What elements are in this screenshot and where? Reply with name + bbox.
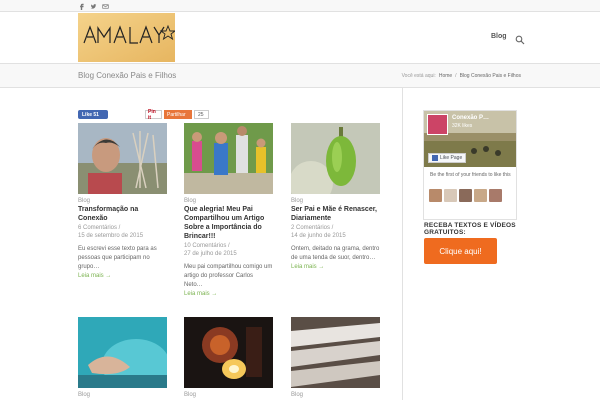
- post-excerpt: Ontem, deitado na grama, dentro de uma t…: [291, 246, 380, 261]
- breadcrumb-prefix: Você está aqui:: [401, 73, 436, 79]
- newsletter-widget-title: RECEBA TEXTOS E VÍDEOS GRATUITOS:: [424, 222, 516, 236]
- post-excerpt: Meu pai compartilhou comigo um artigo do…: [184, 264, 273, 288]
- facebook-page-widget: Conexão P… 32K likes Like Page Be the fi…: [423, 110, 517, 220]
- page-title[interactable]: Blog Conexão Pais e Filhos: [78, 71, 176, 80]
- nav-blog[interactable]: Blog: [491, 33, 507, 40]
- post-category: Blog: [291, 392, 304, 398]
- post-thumbnail[interactable]: [184, 123, 273, 194]
- post-date: 15 de setembro de 2015: [78, 233, 144, 239]
- breadcrumb: Você está aqui: Home / Blog Conexão Pais…: [402, 73, 521, 79]
- post-card: Blog: [78, 317, 167, 398]
- facebook-like-page-button[interactable]: Like Page: [428, 153, 467, 163]
- avatar[interactable]: [474, 189, 487, 202]
- post-card: Blog Que alegria! Meu Pai Compartilhou u…: [184, 123, 273, 297]
- post-comments: 2 Comentários /: [291, 225, 334, 231]
- read-more-link[interactable]: Leia mais →: [291, 264, 380, 270]
- twitter-icon[interactable]: [87, 1, 99, 11]
- avatar[interactable]: [444, 189, 457, 202]
- facebook-icon[interactable]: [75, 1, 87, 11]
- post-category: Blog: [78, 198, 91, 204]
- post-category: Blog: [291, 198, 304, 204]
- post-card: Blog Transformação na Conexão 6 Comentár…: [78, 123, 167, 279]
- facebook-icon: [432, 155, 438, 161]
- avatar[interactable]: [459, 189, 472, 202]
- read-more-link[interactable]: Leia mais →: [78, 273, 167, 279]
- post-comments: 6 Comentários /: [78, 225, 121, 231]
- post-date: 14 de junho de 2015: [291, 233, 346, 239]
- search-icon[interactable]: [515, 32, 525, 45]
- avatar[interactable]: [429, 189, 442, 202]
- facebook-friends-text: Be the first of your friends to like thi…: [430, 172, 511, 178]
- post-card: Blog: [291, 317, 380, 398]
- avatar[interactable]: [489, 189, 502, 202]
- read-more-link[interactable]: Leia mais →: [184, 291, 273, 297]
- post-comments: 10 Comentários /: [184, 243, 230, 249]
- post-title[interactable]: Transformação na Conexão: [78, 205, 167, 223]
- title-bar: Blog Conexão Pais e Filhos Você está aqu…: [0, 64, 600, 88]
- top-bar: [0, 0, 600, 12]
- breadcrumb-separator: /: [455, 73, 457, 79]
- breadcrumb-home[interactable]: Home: [439, 73, 452, 79]
- post-thumbnail[interactable]: [184, 317, 273, 388]
- site-logo[interactable]: [78, 13, 177, 62]
- post-category: Blog: [184, 198, 197, 204]
- facebook-like-button[interactable]: Like 51: [78, 110, 108, 119]
- post-thumbnail[interactable]: [291, 317, 380, 388]
- post-thumbnail[interactable]: [291, 123, 380, 194]
- sidebar-divider: [402, 88, 403, 400]
- site-header: Blog: [0, 12, 600, 64]
- post-category: Blog: [184, 392, 197, 398]
- post-thumbnail[interactable]: [78, 123, 167, 194]
- like-page-label: Like Page: [440, 155, 463, 161]
- signup-button[interactable]: Clique aqui!: [424, 238, 497, 264]
- post-title[interactable]: Ser Pai e Mãe é Renascer, Diariamente: [291, 205, 380, 223]
- post-card: Blog: [184, 317, 273, 398]
- facebook-friend-faces: [429, 189, 502, 202]
- mail-icon[interactable]: [99, 1, 111, 11]
- facebook-page-name[interactable]: Conexão P…: [452, 115, 489, 121]
- facebook-page-avatar[interactable]: [427, 114, 448, 135]
- post-date: 27 de julho de 2015: [184, 251, 237, 257]
- pinterest-share-button[interactable]: Partilhar: [164, 110, 192, 119]
- post-thumbnail[interactable]: [78, 317, 167, 388]
- post-card: Blog Ser Pai e Mãe é Renascer, Diariamen…: [291, 123, 380, 270]
- pin-it-button[interactable]: Pin it: [145, 109, 162, 121]
- post-excerpt: Eu escrevi esse texto para as pessoas qu…: [78, 246, 157, 270]
- share-count: 25: [194, 110, 209, 119]
- main-content: Like 51 Pin it Partilhar 25 Blog Transfo…: [0, 88, 600, 400]
- post-category: Blog: [78, 392, 91, 398]
- breadcrumb-current[interactable]: Blog Conexão Pais e Filhos: [460, 73, 521, 79]
- post-title[interactable]: Que alegria! Meu Pai Compartilhou um Art…: [184, 205, 273, 241]
- facebook-likes-count: 32K likes: [452, 123, 473, 129]
